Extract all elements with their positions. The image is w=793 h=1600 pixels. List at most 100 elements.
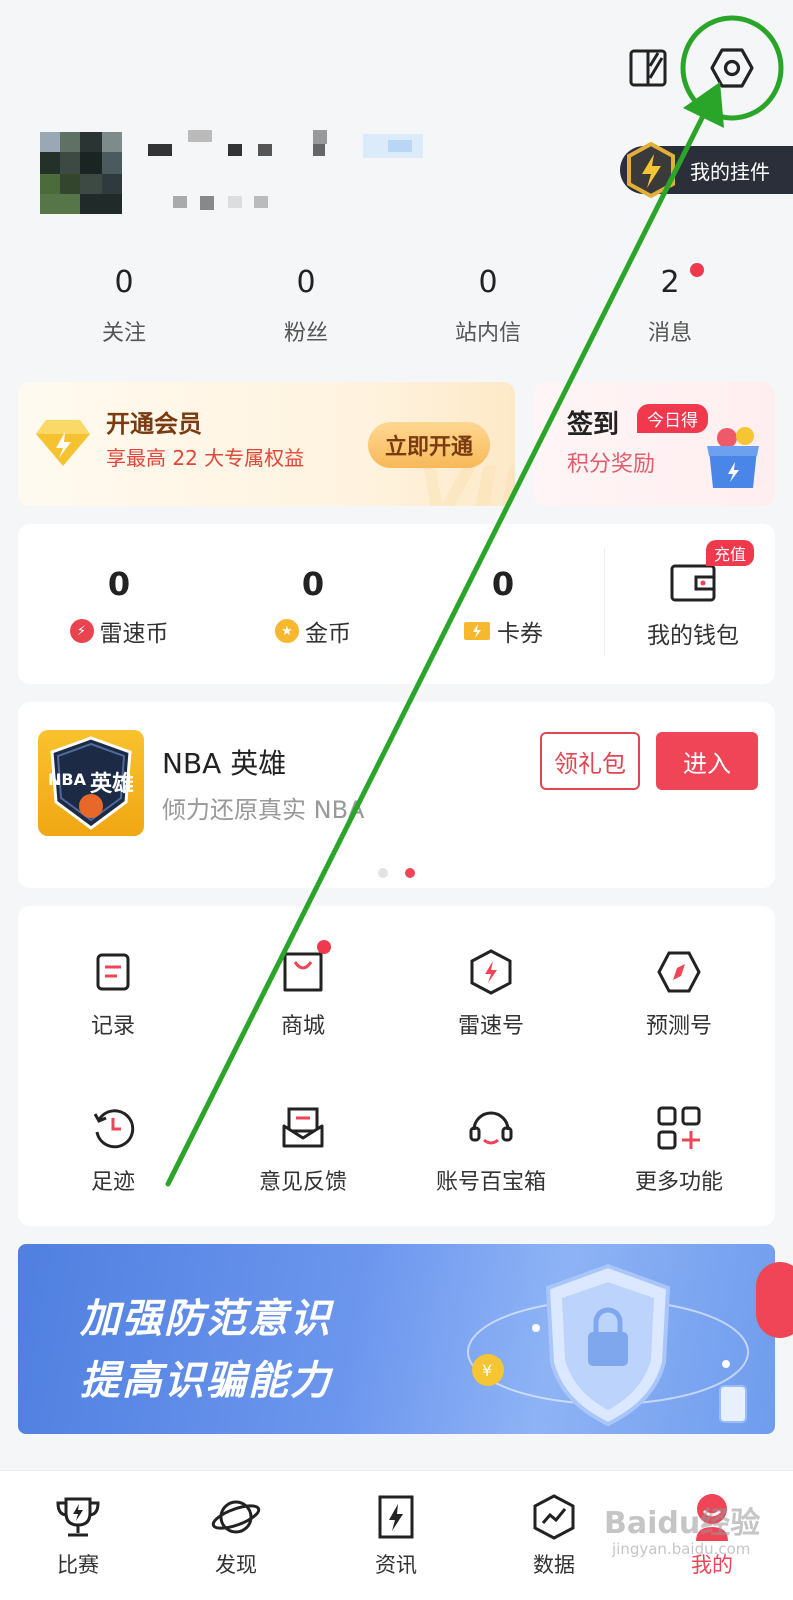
- news-icon: [368, 1489, 424, 1545]
- gift-box-icon: [705, 424, 761, 490]
- feature-label: 记录: [90, 1014, 135, 1039]
- shop-bag-icon: [279, 940, 331, 996]
- claim-gift-button[interactable]: 领礼包: [540, 732, 640, 790]
- game-promo-card[interactable]: NBA 英雄 NBA 英雄 倾力还原真实 NBA 领礼包 进入: [18, 702, 775, 888]
- leisu-account-icon: [467, 948, 515, 996]
- prediction-icon: [655, 948, 703, 996]
- skin-icon[interactable]: [620, 40, 676, 96]
- logo-brand: NBA: [48, 770, 86, 789]
- diamond-icon: [34, 418, 92, 468]
- feature-label: 账号百宝箱: [435, 1170, 546, 1195]
- unread-dot: [690, 263, 704, 277]
- feature-grid: 记录 商城 雷速号 预测号 足迹 意见反馈 账号百宝箱 更多功能: [18, 906, 775, 1226]
- game-subtitle: 倾力还原真实 NBA: [162, 796, 365, 824]
- feature-label: 商城: [280, 1014, 325, 1039]
- settings-icon[interactable]: [704, 40, 760, 96]
- stat-fans[interactable]: 0 粉丝: [216, 263, 396, 347]
- wallet-gold-coin[interactable]: 0 ★ 金币: [228, 564, 398, 648]
- tab-data[interactable]: 数据: [494, 1489, 614, 1579]
- new-dot: [317, 940, 331, 954]
- stat-label: 粉丝: [283, 321, 328, 346]
- feature-prediction[interactable]: 预测号: [584, 948, 774, 1040]
- feature-feedback[interactable]: 意见反馈: [208, 1104, 398, 1196]
- feature-label: 预测号: [645, 1014, 712, 1039]
- stat-label: 关注: [101, 321, 146, 346]
- stat-inbox[interactable]: 0 站内信: [398, 263, 578, 347]
- wallet-value: 0: [491, 565, 515, 603]
- wallet-coupon[interactable]: 0 卡券: [418, 564, 588, 648]
- my-widget-button[interactable]: 我的挂件: [620, 142, 793, 198]
- enter-game-button[interactable]: 进入: [656, 732, 758, 790]
- nba-hero-logo: NBA 英雄: [38, 730, 144, 836]
- lightning-badge-icon: [626, 142, 676, 198]
- wallet-label: 金币: [305, 621, 351, 647]
- tab-label: 资讯: [375, 1553, 417, 1577]
- wallet-label: 卡券: [497, 621, 543, 647]
- today-badge: 今日得: [637, 404, 708, 433]
- my-widget-label: 我的挂件: [690, 159, 770, 184]
- feature-account-toolbox[interactable]: 账号百宝箱: [396, 1104, 586, 1196]
- planet-icon: [208, 1489, 264, 1545]
- signin-title: 签到: [567, 410, 620, 440]
- floating-side-badge[interactable]: [756, 1262, 793, 1338]
- pager-dot[interactable]: [378, 868, 388, 878]
- vip-open-button[interactable]: 立即开通: [368, 422, 490, 468]
- vip-title: 开通会员: [106, 410, 202, 438]
- banner-line-2: 提高识骗能力: [80, 1358, 332, 1404]
- data-icon: [526, 1489, 582, 1545]
- feature-label: 雷速号: [457, 1014, 524, 1039]
- leisu-coin-icon: ⚡: [69, 619, 94, 643]
- feature-label: 意见反馈: [258, 1170, 347, 1195]
- wallet-value: 0: [301, 565, 325, 603]
- wallet-card: 0 ⚡ 雷速币 0 ★ 金币 0 卡券 充值 我的钱包: [18, 524, 775, 684]
- wallet-leisu-coin[interactable]: 0 ⚡ 雷速币: [34, 564, 204, 648]
- support-headset-icon: [467, 1104, 515, 1152]
- stat-value: 0: [114, 265, 134, 300]
- stat-messages[interactable]: 2 消息: [580, 263, 760, 347]
- feature-shop[interactable]: 商城: [208, 940, 398, 1040]
- recharge-badge: 充值: [706, 540, 755, 566]
- game-title: NBA 英雄: [162, 747, 287, 780]
- svg-text:¥: ¥: [482, 1361, 492, 1380]
- feature-record[interactable]: 记录: [18, 948, 208, 1040]
- stat-label: 站内信: [454, 321, 521, 346]
- stat-label: 消息: [647, 321, 692, 346]
- feature-leisu-account[interactable]: 雷速号: [396, 948, 586, 1040]
- security-shield-graphic: ¥: [458, 1252, 768, 1432]
- feature-label: 更多功能: [634, 1170, 723, 1195]
- banner-line-1: 加强防范意识: [80, 1296, 332, 1342]
- watermark-url: jingyan.baidu.com: [612, 1540, 751, 1558]
- avatar[interactable]: [40, 132, 122, 214]
- signin-card[interactable]: 签到 今日得 积分奖励: [533, 382, 775, 506]
- divider: [604, 548, 605, 656]
- signin-subtitle: 积分奖励: [567, 452, 656, 477]
- tab-label: 发现: [215, 1553, 257, 1577]
- stat-value: 0: [296, 265, 316, 300]
- stat-value: 0: [478, 265, 498, 300]
- username-blurred: [148, 130, 438, 214]
- wallet-label: 雷速币: [99, 621, 169, 647]
- gold-coin-icon: ★: [275, 619, 299, 643]
- tab-news[interactable]: 资讯: [336, 1489, 456, 1579]
- stat-following[interactable]: 0 关注: [34, 263, 214, 347]
- logo-text: 英雄: [90, 772, 135, 797]
- my-wallet-button[interactable]: 充值 我的钱包: [608, 540, 778, 650]
- wallet-icon: [670, 562, 716, 602]
- history-icon: [89, 1104, 137, 1152]
- feature-more[interactable]: 更多功能: [584, 1104, 774, 1196]
- more-grid-icon: [655, 1104, 703, 1152]
- watermark-brand: Baidu经验: [604, 1506, 761, 1541]
- record-icon: [89, 948, 137, 996]
- pager-dot-active[interactable]: [405, 868, 415, 878]
- stat-value: 2: [660, 265, 680, 300]
- feature-label: 足迹: [90, 1170, 135, 1195]
- feedback-icon: [279, 1104, 327, 1152]
- my-wallet-label: 我的钱包: [647, 623, 739, 649]
- coupon-icon: [463, 621, 491, 641]
- tab-discover[interactable]: 发现: [176, 1489, 296, 1579]
- feature-history[interactable]: 足迹: [18, 1104, 208, 1196]
- stats-row: 0 关注 0 粉丝 0 站内信 2 消息: [34, 263, 774, 353]
- tab-matches[interactable]: 比赛: [18, 1489, 138, 1579]
- anti-fraud-banner[interactable]: 加强防范意识 提高识骗能力 ¥: [18, 1244, 775, 1434]
- vip-card[interactable]: VIP 开通会员 享最高 22 大专属权益 立即开通: [18, 382, 515, 506]
